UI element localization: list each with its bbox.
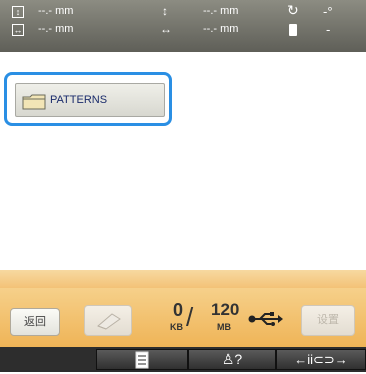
height-icon: ↕	[12, 6, 24, 18]
vertical-offset-value: --.- mm	[203, 5, 239, 17]
total-unit: MB	[217, 322, 231, 332]
sewing-help-icon: ♙?	[221, 351, 243, 367]
used-unit: KB	[170, 322, 183, 332]
horizontal-offset-value: --.- mm	[203, 23, 239, 35]
file-list-area: PATTERNS	[0, 52, 366, 270]
horizontal-offset-icon: ↔	[160, 22, 172, 36]
status-bar: ↕ --.- mm ↔ --.- mm ↕ --.- mm ↔ --.- mm …	[0, 0, 366, 52]
rotation-icon: ↻	[287, 2, 299, 18]
capacity-slash: /	[186, 302, 194, 332]
tension-button[interactable]: ←ii⊂⊃→	[276, 349, 366, 370]
bottom-toolbar: ♙? ←ii⊂⊃→	[0, 347, 366, 372]
orange-band	[0, 270, 366, 288]
patterns-folder-button[interactable]: PATTERNS	[15, 83, 165, 117]
thread-value: -	[326, 22, 331, 37]
vertical-offset-icon: ↕	[162, 4, 168, 18]
folder-icon	[22, 94, 46, 110]
height-value: --.- mm	[38, 5, 74, 17]
list-button[interactable]	[96, 349, 188, 370]
width-icon: ↔	[12, 24, 24, 36]
total-value: 120	[211, 300, 240, 319]
back-label: 返回	[24, 316, 46, 328]
used-value: 0	[173, 300, 184, 320]
back-button[interactable]: 返回	[10, 308, 60, 336]
thread-spool-icon	[289, 24, 297, 36]
settings-label: 设置	[317, 314, 339, 326]
eraser-icon	[97, 313, 121, 330]
thread-tension-icon: ←ii⊂⊃→	[294, 352, 348, 367]
usb-icon	[248, 312, 283, 326]
folder-label: PATTERNS	[50, 94, 108, 106]
help-button[interactable]: ♙?	[188, 349, 276, 370]
checklist-icon	[135, 351, 149, 369]
rotation-value: -°	[323, 4, 333, 19]
eraser-button[interactable]	[84, 305, 132, 336]
settings-button[interactable]: 设置	[301, 305, 355, 336]
bottom-panel: 返回 0 KB / 120 MB 设置	[0, 288, 366, 347]
width-value: --.- mm	[38, 23, 74, 35]
folder-selection-frame: PATTERNS	[4, 72, 172, 126]
